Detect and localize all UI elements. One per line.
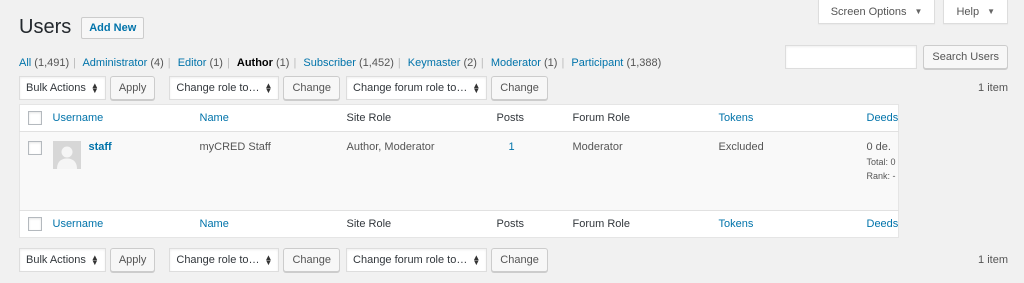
search-input[interactable] — [785, 45, 918, 69]
select-all-cell — [20, 105, 53, 132]
deeds-value: 0 de. — [866, 141, 891, 153]
column-forum-role: Forum Role — [572, 112, 630, 124]
username-link[interactable]: staff — [89, 141, 112, 153]
filter-link-administrator[interactable]: Administrator — [82, 57, 147, 69]
column-site-role-footer: Site Role — [346, 218, 392, 230]
column-name-footer[interactable]: Name — [200, 218, 229, 230]
column-posts: Posts — [496, 112, 525, 124]
filter-administrator: Administrator (4) — [82, 57, 164, 69]
column-tokens[interactable]: Tokens — [719, 112, 754, 124]
avatar — [52, 141, 81, 169]
select-all-checkbox[interactable] — [28, 111, 42, 125]
filter-keymaster: Keymaster (2) — [407, 57, 477, 69]
filter-link-all[interactable]: All — [19, 57, 31, 69]
filter-link-author-current[interactable]: Author — [237, 57, 273, 69]
change-forum-role-button[interactable]: Change — [491, 76, 548, 100]
deeds-cell: 0 de. Total: 0 Rank: - — [867, 132, 899, 211]
chevron-down-icon: ▼ — [914, 7, 923, 16]
table-row: staff myCRED Staff Author, Moderator 1 M… — [19, 131, 899, 211]
table-footer-row: Username Name Site Role Posts Forum Role… — [19, 210, 899, 238]
name-cell: myCRED Staff — [199, 141, 271, 153]
table-header-row: Username Name Site Role Posts Forum Role… — [19, 105, 899, 132]
change-role-select-bottom[interactable]: Change role to… ▲ ▼ — [169, 248, 280, 272]
chevron-down-icon: ▼ — [987, 7, 995, 16]
tablenav-bottom: Bulk Actions ▲ ▼ Apply Change role to… ▲ ▼… — [19, 248, 1008, 272]
search-users-button[interactable]: Search Users — [923, 45, 1008, 69]
screen-meta-links: Screen Options ▼ Help ▼ — [817, 0, 1008, 24]
filter-link-editor[interactable]: Editor — [178, 57, 207, 69]
filter-editor: Editor (1) — [177, 57, 223, 69]
filter-link-participant[interactable]: Participant — [571, 57, 623, 69]
screen-options-label: Screen Options — [830, 5, 907, 18]
tokens-cell: Excluded — [718, 141, 764, 153]
search-box: Search Users — [785, 45, 1008, 69]
tablenav-top: Bulk Actions ▲ ▼ Apply Change role to… ▲ ▼… — [19, 76, 1008, 100]
select-all-checkbox-footer[interactable] — [28, 217, 42, 231]
select-arrows-icon: ▲ ▼ — [472, 253, 481, 267]
change-role-button-bottom[interactable]: Change — [283, 248, 341, 272]
forum-role-cell: Moderator — [572, 141, 623, 153]
deeds-total: Total: 0 — [866, 157, 896, 167]
column-deeds[interactable]: Deeds — [867, 112, 899, 124]
filter-moderator: Moderator (1) — [490, 57, 558, 69]
items-count-bottom: 1 item — [978, 254, 1008, 266]
select-arrows-icon: ▲ ▼ — [90, 81, 99, 95]
users-table: Username Name Site Role Posts Forum Role… — [19, 104, 900, 238]
column-forum-role-footer: Forum Role — [572, 218, 630, 230]
screen-options-button[interactable]: Screen Options ▼ — [817, 0, 936, 24]
site-role-cell: Author, Moderator — [346, 141, 435, 153]
change-forum-role-select[interactable]: Change forum role to… ▲ ▼ — [346, 76, 488, 100]
posts-count-link[interactable]: 1 — [509, 141, 515, 153]
filter-author: Author (1) — [236, 57, 290, 69]
column-posts-footer: Posts — [496, 218, 525, 230]
add-new-button[interactable]: Add New — [81, 16, 145, 39]
bulk-actions-select-bottom[interactable]: Bulk Actions ▲ ▼ — [19, 248, 106, 272]
column-username-footer[interactable]: Username — [53, 218, 104, 230]
help-label: Help — [956, 5, 980, 18]
page-header: Users Add New — [19, 16, 145, 39]
column-site-role: Site Role — [346, 112, 392, 124]
select-arrows-icon: ▲ ▼ — [264, 81, 273, 95]
apply-button[interactable]: Apply — [109, 76, 156, 100]
filter-all: All (1,491) — [19, 57, 70, 69]
filter-link-moderator[interactable]: Moderator — [491, 57, 541, 69]
select-arrows-icon: ▲ ▼ — [90, 253, 99, 267]
select-arrows-icon: ▲ ▼ — [472, 81, 481, 95]
apply-button-bottom[interactable]: Apply — [109, 248, 156, 272]
row-checkbox[interactable] — [28, 141, 42, 155]
change-forum-role-select-bottom[interactable]: Change forum role to… ▲ ▼ — [346, 248, 488, 272]
filter-participant: Participant (1,388) — [571, 57, 662, 69]
change-role-button[interactable]: Change — [283, 76, 341, 100]
help-button[interactable]: Help ▼ — [943, 0, 1008, 24]
deeds-rank: Rank: - — [866, 171, 896, 181]
change-forum-role-button-bottom[interactable]: Change — [491, 248, 548, 272]
column-deeds-footer[interactable]: Deeds — [867, 218, 899, 230]
column-tokens-footer[interactable]: Tokens — [719, 218, 754, 230]
column-username[interactable]: Username — [53, 112, 104, 124]
bulk-actions-select[interactable]: Bulk Actions ▲ ▼ — [19, 76, 106, 100]
items-count: 1 item — [978, 82, 1008, 94]
page-title: Users — [19, 16, 72, 38]
filter-link-subscriber[interactable]: Subscriber — [303, 57, 356, 69]
role-filter-links: All (1,491) | Administrator (4) | Editor (… — [19, 57, 662, 69]
select-arrows-icon: ▲ ▼ — [264, 253, 273, 267]
username-cell: staff — [52, 132, 200, 211]
column-name[interactable]: Name — [200, 112, 229, 124]
filter-subscriber: Subscriber (1,452) — [303, 57, 394, 69]
filter-link-keymaster[interactable]: Keymaster — [408, 57, 461, 69]
change-role-select[interactable]: Change role to… ▲ ▼ — [169, 76, 280, 100]
